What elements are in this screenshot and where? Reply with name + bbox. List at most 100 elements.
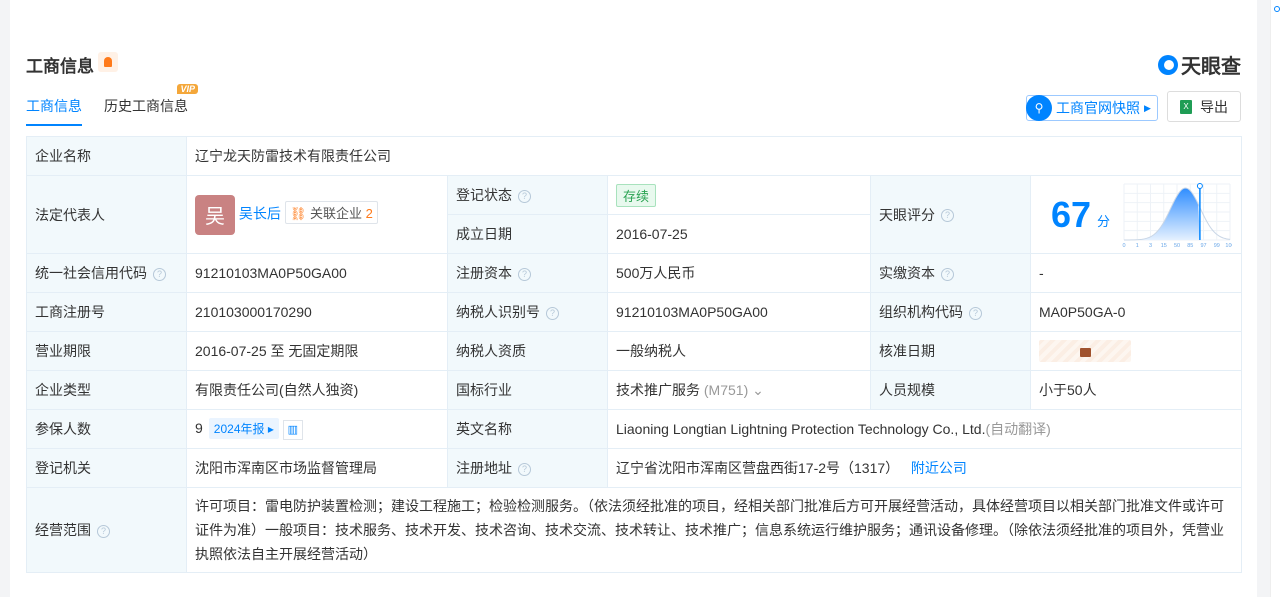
reg-status-label: 登记状态? bbox=[447, 175, 608, 215]
related-label: 关联企业 bbox=[310, 206, 363, 222]
term: 2016-07-25 至 无固定期限 bbox=[186, 331, 448, 371]
company-name-label: 企业名称 bbox=[26, 136, 187, 176]
logo-text: 天眼查 bbox=[1181, 56, 1241, 78]
legal-rep-label: 法定代表人 bbox=[26, 175, 187, 254]
tick-label: 1 bbox=[1136, 243, 1139, 248]
found-date: 2016-07-25 bbox=[607, 214, 871, 254]
label-text: 注册地址 bbox=[456, 460, 512, 476]
table-row: 营业期限 2016-07-25 至 无固定期限 纳税人资质 一般纳税人 核准日期 bbox=[26, 331, 1243, 371]
english-cell: Liaoning Longtian Lightning Protection T… bbox=[606, 409, 1243, 449]
found-date-label: 成立日期 bbox=[447, 214, 608, 254]
org-code: MA0P50GA-0 bbox=[1029, 292, 1243, 332]
help-icon[interactable]: ? bbox=[518, 462, 531, 476]
score-area bbox=[1124, 187, 1200, 240]
stamp-icon: ⚲ bbox=[1026, 95, 1052, 121]
type-label: 企业类型 bbox=[26, 370, 187, 410]
reg-no-label: 工商注册号 bbox=[26, 292, 187, 332]
insured-label: 参保人数 bbox=[26, 409, 187, 449]
tianyancha-logo: 天眼查 bbox=[1158, 50, 1241, 79]
reg-status-cell: 存续 bbox=[607, 175, 871, 215]
label-text: 组织机构代码 bbox=[879, 304, 963, 320]
label-text: 经营范围 bbox=[35, 522, 91, 538]
type: 有限责任公司(自然人独资) bbox=[186, 370, 448, 410]
help-icon[interactable]: ? bbox=[546, 306, 559, 320]
official-snapshot-button[interactable]: ⚲ 工商官网快照 ▶ bbox=[1026, 95, 1158, 121]
tab-business-info[interactable]: 工商信息 bbox=[26, 96, 82, 126]
logo-icon bbox=[1158, 54, 1178, 75]
staff-label: 人员规模 bbox=[870, 370, 1031, 410]
score-value: 67 bbox=[1051, 193, 1092, 235]
taxpayer-qual: 一般纳税人 bbox=[607, 331, 871, 371]
bell-icon[interactable] bbox=[98, 52, 118, 72]
reg-capital: 500万人民币 bbox=[607, 253, 871, 293]
help-icon[interactable]: ? bbox=[941, 267, 954, 281]
score-marker-dot bbox=[1196, 182, 1203, 189]
score-distribution-chart: 0 1 3 15 50 85 97 99 100 bbox=[1123, 182, 1232, 248]
authority-label: 登记机关 bbox=[26, 448, 187, 488]
section-title: 工商信息 bbox=[26, 57, 94, 76]
business-info-card: 工商信息 天眼查 工商信息 历史工商信息 VIP ⚲ 工商官网快照 ▶ X 导出 企业名… bbox=[10, 0, 1257, 597]
credit-code: 91210103MA0P50GA00 bbox=[186, 253, 448, 293]
excel-icon: X bbox=[1180, 99, 1192, 114]
address: 辽宁省沈阳市浑南区营盘西街17-2号（1317） bbox=[616, 460, 900, 476]
taxpayer-id: 91210103MA0P50GA00 bbox=[607, 292, 871, 332]
industry-label: 国标行业 bbox=[447, 370, 608, 410]
tick-label: 99 bbox=[1214, 243, 1220, 248]
industry-cell[interactable]: 技术推广服务 (M751) ⌄ bbox=[607, 370, 871, 410]
related-count: 2 bbox=[365, 206, 373, 222]
status-badge: 存续 bbox=[616, 183, 657, 207]
report-label: 2024年报 bbox=[213, 422, 265, 437]
table-row: 工商注册号 210103000170290 纳税人识别号? 91210103MA… bbox=[26, 292, 1243, 332]
help-icon[interactable]: ? bbox=[518, 189, 531, 203]
scroll-indicator bbox=[1274, 6, 1280, 12]
tick-label: 50 bbox=[1174, 243, 1180, 248]
score-cell[interactable]: 67 分 0 1 3 15 50 85 97 99 100 bbox=[1029, 175, 1243, 254]
help-icon[interactable]: ? bbox=[969, 306, 982, 320]
chevron-down-icon[interactable]: ⌄ bbox=[752, 382, 764, 398]
legal-rep-cell: 吴 吴长后 ⛓ 关联企业 2 bbox=[186, 175, 448, 254]
tab-history-business-info[interactable]: 历史工商信息 VIP bbox=[104, 84, 198, 126]
english-name: Liaoning Longtian Lightning Protection T… bbox=[616, 421, 986, 437]
term-label: 营业期限 bbox=[26, 331, 187, 371]
scrollbar[interactable] bbox=[1270, 0, 1285, 597]
tick-label: 85 bbox=[1187, 243, 1193, 248]
label-text: 统一社会信用代码 bbox=[35, 265, 147, 281]
snapshot-label: 工商官网快照 bbox=[1056, 100, 1140, 116]
help-icon[interactable]: ? bbox=[941, 209, 954, 223]
business-scope: 许可项目：雷电防护装置检测；建设工程施工；检验检测服务。（依法须经批准的项目，经… bbox=[185, 487, 1243, 573]
authority: 沈阳市浑南区市场监督管理局 bbox=[186, 448, 448, 488]
vip-locked-value[interactable] bbox=[1039, 340, 1131, 362]
table-row: 统一社会信用代码? 91210103MA0P50GA00 注册资本? 500万人… bbox=[26, 253, 1243, 293]
annual-report-link[interactable]: 2024年报 ▸ bbox=[208, 418, 279, 440]
tick-label: 15 bbox=[1161, 243, 1167, 248]
avatar[interactable]: 吴 bbox=[195, 194, 235, 235]
score-label: 天眼评分? bbox=[870, 175, 1031, 254]
table-row: 企业名称 辽宁龙天防雷技术有限责任公司 bbox=[26, 136, 1243, 176]
help-icon[interactable]: ? bbox=[97, 524, 110, 538]
help-icon[interactable]: ? bbox=[518, 267, 531, 281]
reg-capital-label: 注册资本? bbox=[447, 253, 608, 293]
help-icon[interactable]: ? bbox=[153, 267, 166, 281]
lock-icon bbox=[1079, 348, 1091, 357]
network-icon: ⛓ bbox=[289, 206, 307, 222]
taxpayer-id-label: 纳税人识别号? bbox=[447, 292, 608, 332]
address-label: 注册地址? bbox=[447, 448, 608, 488]
staff: 小于50人 bbox=[1029, 370, 1243, 410]
table-row: 登记机关 沈阳市浑南区市场监督管理局 注册地址? 辽宁省沈阳市浑南区营盘西街17… bbox=[26, 448, 1243, 488]
legal-rep-link[interactable]: 吴长后 bbox=[239, 205, 281, 221]
label-text: 登记状态 bbox=[456, 187, 512, 203]
auto-translate-note: (自动翻译) bbox=[985, 421, 1051, 437]
tick-label: 0 bbox=[1123, 243, 1126, 248]
label-text: 天眼评分 bbox=[879, 206, 935, 223]
table-row: 经营范围? 许可项目：雷电防护装置检测；建设工程施工；检验检测服务。（依法须经批… bbox=[26, 487, 1243, 573]
industry-code: (M751) bbox=[703, 382, 749, 398]
insured-cell: 9 2024年报 ▸ ▥ bbox=[186, 409, 448, 449]
table-row: 法定代表人 吴 吴长后 ⛓ 关联企业 2 登记状态? 存续 天眼评分? 67 分 0… bbox=[26, 175, 1243, 254]
business-info-table: 企业名称 辽宁龙天防雷技术有限责任公司 法定代表人 吴 吴长后 ⛓ 关联企业 2 … bbox=[26, 136, 1243, 573]
nearby-companies-link[interactable]: 附近公司 bbox=[911, 460, 967, 476]
tick-label: 3 bbox=[1149, 243, 1152, 248]
related-companies-button[interactable]: ⛓ 关联企业 2 bbox=[284, 201, 378, 225]
export-button[interactable]: X 导出 bbox=[1167, 91, 1241, 122]
chart-icon[interactable]: ▥ bbox=[282, 419, 303, 440]
table-row: 参保人数 9 2024年报 ▸ ▥ 英文名称 Liaoning Longtian L… bbox=[26, 409, 1243, 449]
